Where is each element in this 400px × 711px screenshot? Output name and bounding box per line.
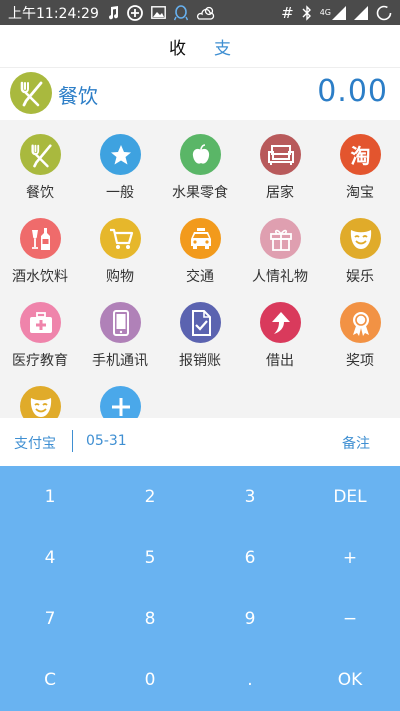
category-item[interactable]: 淘淘宝 — [320, 126, 400, 210]
selected-category-label: 餐饮 — [58, 84, 98, 108]
category-item[interactable]: 水果零食 — [160, 126, 240, 210]
add-category-button[interactable] — [80, 378, 160, 418]
account-selector[interactable]: 支付宝 — [14, 433, 56, 453]
category-item[interactable]: 交通 — [160, 210, 240, 294]
sofa-icon — [260, 134, 301, 175]
document-check-icon — [180, 302, 221, 343]
keypad: 1 2 3 DEL 4 5 6 +7 8 9− C 0. OK — [0, 466, 400, 711]
category-label: 水果零食 — [172, 185, 228, 201]
medal-icon — [340, 302, 381, 343]
taxi-icon — [180, 218, 221, 259]
amount-display[interactable]: 0.00 — [317, 74, 388, 109]
category-item[interactable]: 娱乐 — [320, 210, 400, 294]
digit-key-6[interactable]: 6 — [200, 527, 300, 588]
category-label: 购物 — [106, 269, 134, 285]
category-label: 酒水饮料 — [12, 269, 68, 285]
wifi-icon — [354, 5, 368, 20]
date-selector[interactable]: 05-31 — [86, 433, 127, 449]
plus-icon — [100, 386, 141, 418]
music-icon — [107, 5, 119, 20]
minus-key[interactable]: − — [300, 588, 400, 649]
category-item[interactable]: 手机通讯 — [80, 294, 160, 378]
digit-key-0[interactable]: 0 — [100, 649, 200, 710]
category-label: 居家 — [266, 185, 294, 201]
bluetooth-icon — [302, 4, 312, 21]
tab-expense[interactable]: 支 — [212, 34, 233, 59]
digit-key-9[interactable]: 9 — [200, 588, 300, 649]
status-time: 上午11:24:29 — [8, 5, 99, 22]
divider — [72, 430, 73, 452]
digit-key-3[interactable]: 3 — [200, 466, 300, 527]
phone-icon — [100, 302, 141, 343]
selected-category-row: 餐饮 0.00 — [0, 68, 400, 120]
weather-icon — [196, 5, 216, 21]
digit-key-2[interactable]: 2 — [100, 466, 200, 527]
digit-key-4[interactable]: 4 — [0, 527, 100, 588]
utensils-icon — [10, 72, 52, 114]
delete-key[interactable]: DEL — [300, 466, 400, 527]
category-label: 一般 — [106, 185, 134, 201]
taobao-glyph: 淘 — [350, 144, 371, 168]
category-item[interactable]: 人情礼物 — [240, 210, 320, 294]
star-icon — [100, 134, 141, 175]
category-item[interactable] — [0, 378, 80, 418]
category-item[interactable]: 医疗教育 — [0, 294, 80, 378]
mask-icon — [340, 218, 381, 259]
clear-key[interactable]: C — [0, 649, 100, 710]
category-item[interactable]: 奖项 — [320, 294, 400, 378]
category-label: 奖项 — [346, 353, 374, 369]
category-item[interactable]: 借出 — [240, 294, 320, 378]
medical-kit-icon — [20, 302, 61, 343]
category-label: 淘宝 — [346, 185, 374, 201]
category-label: 借出 — [266, 353, 294, 369]
status-bar: 上午11:24:29 # 4G — [0, 0, 400, 25]
category-item[interactable]: 餐饮 — [0, 126, 80, 210]
shopping-cart-icon — [100, 218, 141, 259]
category-item[interactable]: 居家 — [240, 126, 320, 210]
add-circle-icon — [126, 4, 143, 21]
category-item[interactable]: 一般 — [80, 126, 160, 210]
battery-icon — [376, 5, 392, 21]
digit-key-1[interactable]: 1 — [0, 466, 100, 527]
wine-bottle-icon — [20, 218, 61, 259]
info-bar: 支付宝 05-31 备注 — [0, 418, 400, 466]
image-icon — [150, 6, 166, 19]
type-tabs: 收 支 — [0, 25, 400, 68]
category-item[interactable]: 报销账 — [160, 294, 240, 378]
ok-key[interactable]: OK — [300, 649, 400, 710]
category-label: 报销账 — [179, 353, 221, 369]
category-label: 人情礼物 — [252, 269, 308, 285]
category-label: 医疗教育 — [12, 353, 68, 369]
category-label: 娱乐 — [346, 269, 374, 285]
hash-icon: # — [281, 3, 294, 22]
category-item[interactable]: 酒水饮料 — [0, 210, 80, 294]
category-label: 交通 — [186, 269, 214, 285]
note-button[interactable]: 备注 — [342, 433, 370, 453]
mask-icon — [20, 386, 61, 418]
utensils-icon — [20, 134, 61, 175]
taobao-icon: 淘 — [340, 134, 381, 175]
digit-key-7[interactable]: 7 — [0, 588, 100, 649]
category-item[interactable]: 购物 — [80, 210, 160, 294]
plus-key[interactable]: + — [300, 527, 400, 588]
gift-icon — [260, 218, 301, 259]
category-label: 手机通讯 — [92, 353, 148, 369]
arrow-up-icon — [260, 302, 301, 343]
apple-icon — [180, 134, 221, 175]
tab-income[interactable]: 收 — [167, 34, 188, 59]
digit-key-8[interactable]: 8 — [100, 588, 200, 649]
digit-key-5[interactable]: 5 — [100, 527, 200, 588]
category-grid: 餐饮 一般 水果零食 居家 淘淘宝酒水饮料 购物 交通 人情礼物 娱乐医疗教育 手机通讯 报销账 借出… — [0, 120, 400, 418]
category-label: 餐饮 — [26, 185, 54, 201]
decimal-key[interactable]: . — [200, 649, 300, 710]
signal-icon: 4G — [320, 5, 346, 20]
qq-icon — [173, 4, 188, 21]
